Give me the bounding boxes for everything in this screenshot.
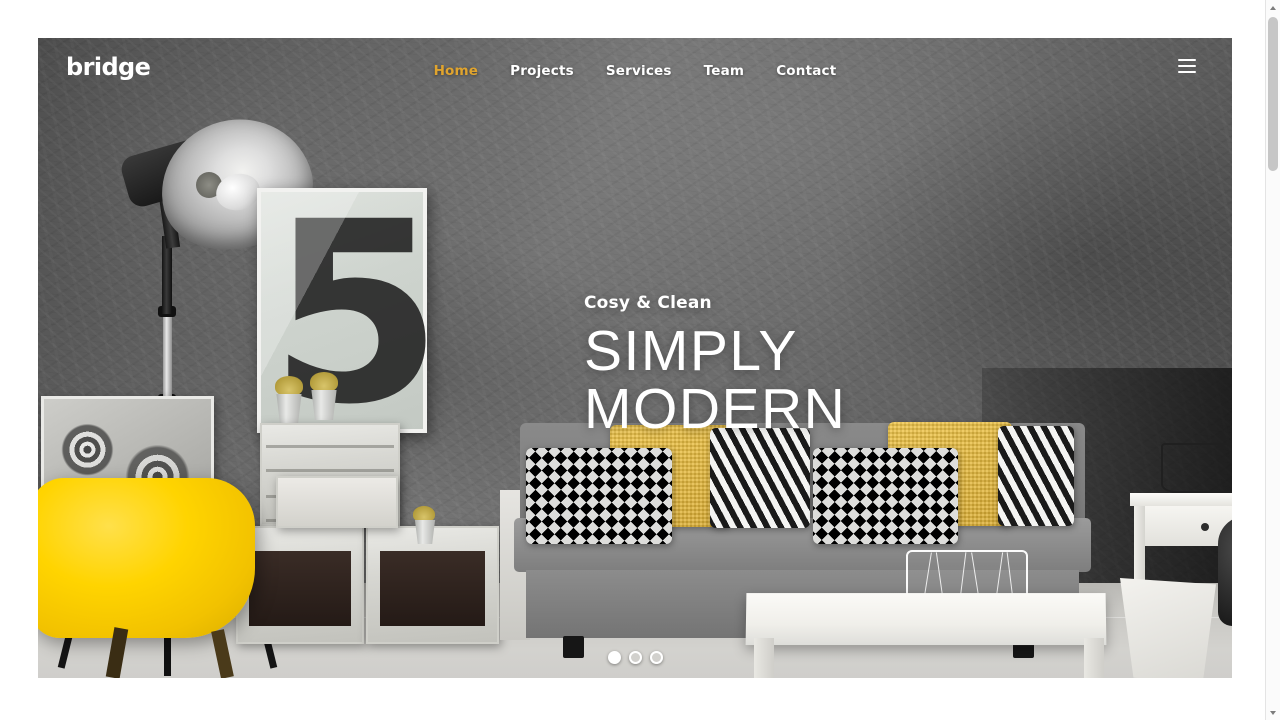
nav-item-team[interactable]: Team [688, 63, 761, 79]
site-header: bridge Home Projects Services Team Conta… [38, 38, 1232, 104]
nav-item-contact[interactable]: Contact [760, 63, 852, 79]
page-scrollbar[interactable] [1265, 0, 1280, 720]
magazine-rack [1120, 578, 1216, 678]
slider-pagination[interactable] [608, 651, 663, 664]
yellow-chair [38, 478, 255, 638]
nav-item-home[interactable]: Home [418, 63, 495, 79]
hero-title-line1: SIMPLY [584, 319, 798, 383]
chevron-pillow [998, 426, 1074, 526]
slider-dot-3[interactable] [650, 651, 663, 664]
hamburger-bar [1178, 71, 1196, 73]
hero-slider[interactable]: 5 [38, 38, 1232, 678]
main-navigation[interactable]: Home Projects Services Team Contact [38, 38, 1232, 104]
desk-top [1130, 493, 1232, 506]
nav-item-services[interactable]: Services [590, 63, 688, 79]
wooden-crate [276, 476, 398, 528]
cactus-plant [275, 376, 303, 396]
slider-dot-1[interactable] [608, 651, 621, 664]
hamburger-icon[interactable] [1178, 59, 1196, 73]
wooden-crate [366, 526, 499, 644]
hero-title: SIMPLY MODERN [584, 322, 846, 438]
wooden-crate [236, 526, 364, 644]
drawer-knob [1201, 523, 1209, 531]
dark-chair [1218, 516, 1232, 626]
chevron-pillow [710, 428, 810, 528]
geometric-pillow [813, 448, 958, 544]
hero-title-line2: MODERN [584, 377, 847, 442]
scroll-down-icon[interactable] [1266, 705, 1280, 720]
geometric-pillow [526, 448, 672, 544]
hamburger-bar [1178, 59, 1196, 61]
hamburger-bar [1178, 65, 1196, 67]
wire-basket-dark [1161, 443, 1232, 493]
scrollbar-thumb[interactable] [1268, 17, 1278, 171]
cactus-plant [310, 372, 338, 392]
hero-caption: Cosy & Clean SIMPLY MODERN [584, 293, 846, 438]
nav-item-projects[interactable]: Projects [494, 63, 590, 79]
hero-subtitle: Cosy & Clean [584, 293, 712, 313]
cactus-plant [413, 506, 435, 522]
slider-dot-2[interactable] [629, 651, 642, 664]
browser-viewport: 5 [0, 0, 1265, 720]
scroll-up-icon[interactable] [1266, 0, 1280, 15]
